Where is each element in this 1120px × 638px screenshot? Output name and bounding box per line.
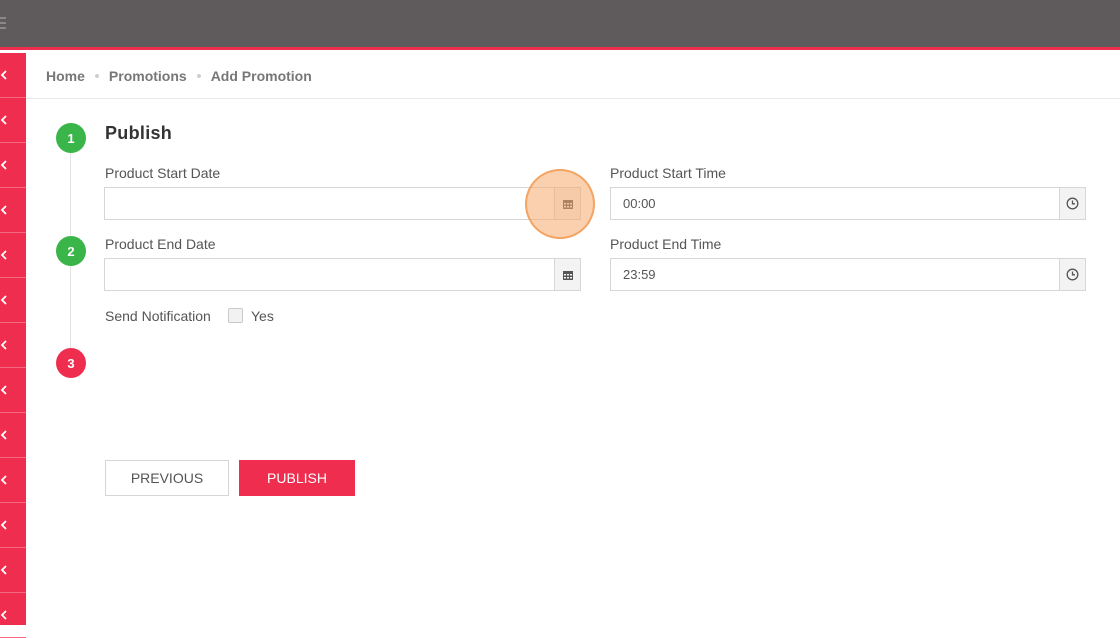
- step-2-badge[interactable]: 2: [56, 236, 86, 266]
- hamburger-icon[interactable]: [0, 17, 6, 31]
- chevron-left-icon: [0, 295, 7, 305]
- step-connector: [70, 266, 71, 348]
- chevron-left-icon: [0, 520, 7, 530]
- sidebar-item[interactable]: [0, 278, 26, 323]
- previous-button[interactable]: PREVIOUS: [105, 460, 229, 496]
- chevron-left-icon: [0, 610, 7, 620]
- chevron-left-icon: [0, 430, 7, 440]
- sidebar-item[interactable]: [0, 143, 26, 188]
- chevron-left-icon: [0, 340, 7, 350]
- chevron-left-icon: [0, 160, 7, 170]
- start-time-field: [610, 187, 1086, 220]
- breadcrumb-current: Add Promotion: [210, 67, 312, 84]
- sidebar-item[interactable]: [0, 503, 26, 548]
- breadcrumb-promotions[interactable]: Promotions: [109, 68, 187, 84]
- chevron-left-icon: [0, 565, 7, 575]
- sidebar-item[interactable]: [0, 323, 26, 368]
- clock-icon[interactable]: [1059, 188, 1085, 219]
- end-date-input[interactable]: [105, 259, 554, 290]
- notification-yes-label[interactable]: Yes: [251, 308, 274, 324]
- start-time-input[interactable]: [611, 188, 1059, 219]
- clock-icon[interactable]: [1059, 259, 1085, 290]
- send-notification-label: Send Notification: [105, 308, 211, 324]
- breadcrumb-separator: [94, 73, 99, 78]
- sidebar: [0, 53, 26, 638]
- step-3-badge[interactable]: 3: [56, 348, 86, 378]
- chevron-left-icon: [0, 250, 7, 260]
- sidebar-item[interactable]: [0, 53, 26, 98]
- end-time-label: Product End Time: [610, 236, 722, 252]
- sidebar-item[interactable]: [0, 458, 26, 503]
- section-title: Publish: [105, 123, 173, 143]
- breadcrumb-separator: [196, 73, 201, 78]
- sidebar-item[interactable]: [0, 188, 26, 233]
- calendar-icon[interactable]: [554, 188, 580, 219]
- step-1-badge[interactable]: 1: [56, 123, 86, 153]
- breadcrumb-home[interactable]: Home: [46, 68, 85, 84]
- sidebar-item[interactable]: [0, 413, 26, 458]
- chevron-left-icon: [0, 205, 7, 215]
- top-bar: [0, 0, 1120, 50]
- send-notification-checkbox[interactable]: [228, 308, 243, 323]
- sidebar-item[interactable]: [0, 233, 26, 278]
- chevron-left-icon: [0, 475, 7, 485]
- end-date-label: Product End Date: [105, 236, 216, 252]
- start-date-label: Product Start Date: [105, 165, 221, 181]
- sidebar-item[interactable]: [0, 548, 26, 593]
- sidebar-item[interactable]: [0, 98, 26, 143]
- step-connector: [70, 153, 71, 235]
- publish-button[interactable]: PUBLISH: [239, 460, 355, 496]
- end-time-input[interactable]: [611, 259, 1059, 290]
- start-date-field: [104, 187, 581, 220]
- sidebar-item[interactable]: [0, 593, 26, 638]
- breadcrumb: Home Promotions Add Promotion: [26, 53, 1120, 99]
- start-time-label: Product Start Time: [610, 165, 726, 181]
- sidebar-item[interactable]: [0, 368, 26, 413]
- end-date-field: [104, 258, 581, 291]
- start-date-input[interactable]: [105, 188, 554, 219]
- chevron-left-icon: [0, 70, 7, 80]
- end-time-field: [610, 258, 1086, 291]
- chevron-left-icon: [0, 385, 7, 395]
- calendar-icon[interactable]: [554, 259, 580, 290]
- chevron-left-icon: [0, 115, 7, 125]
